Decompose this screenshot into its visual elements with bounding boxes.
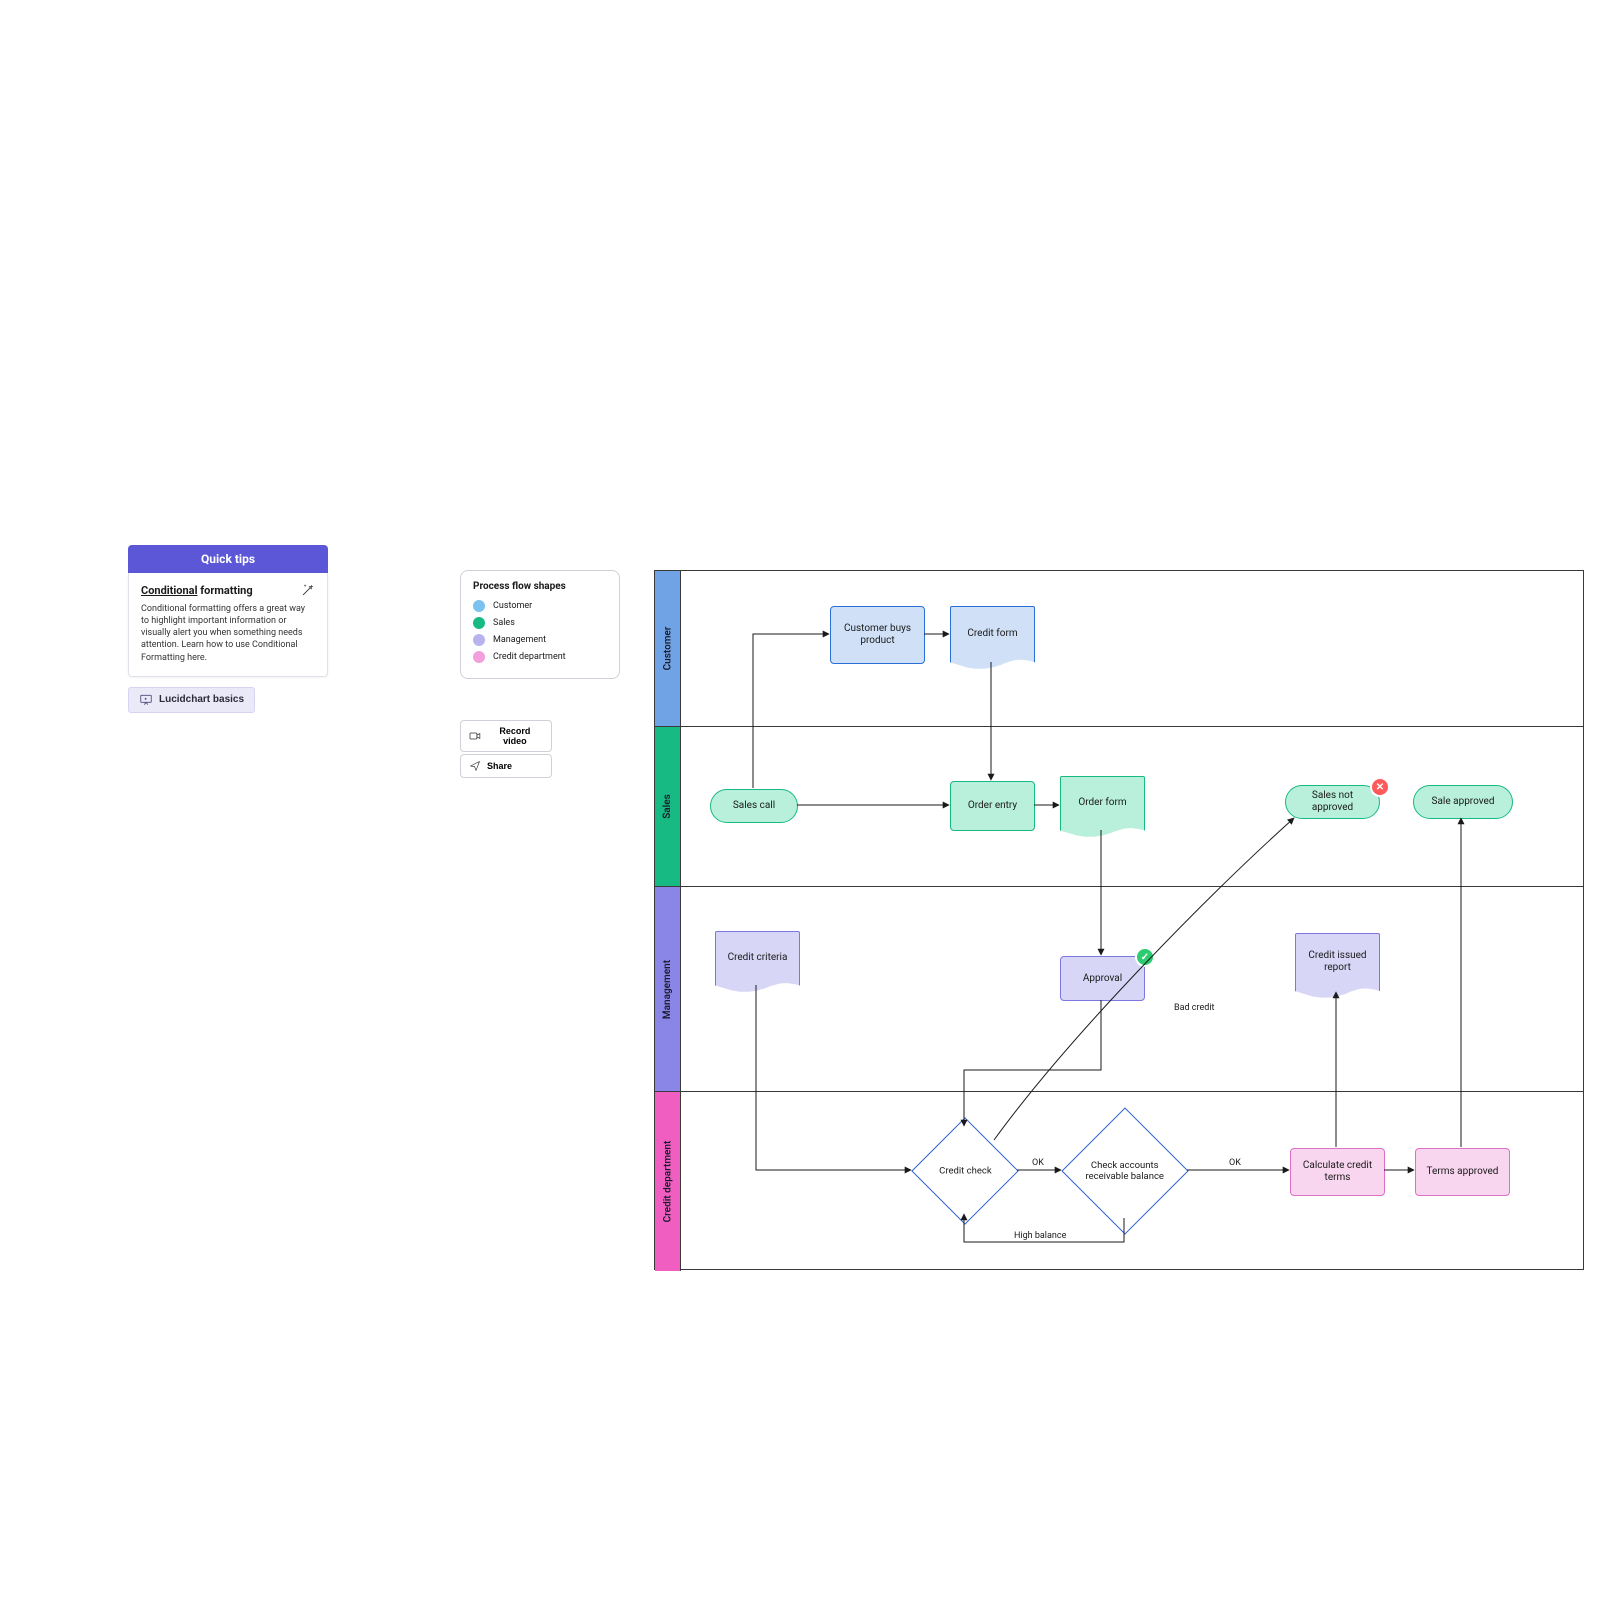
tips-title: Conditional formatting [141,584,253,597]
legend-dot [473,651,485,663]
node-terms-approved[interactable]: Terms approved [1415,1148,1510,1196]
badge-not-approved-icon: ✕ [1372,779,1388,795]
node-customer-buys-product[interactable]: Customer buys product [830,606,925,664]
paper-plane-icon [469,760,481,772]
node-credit-check[interactable]: Credit check [910,1126,1020,1216]
legend-dot [473,634,485,646]
legend-panel: Process flow shapes Customer Sales Manag… [460,570,620,679]
lane-header-customer[interactable]: Customer [655,571,681,726]
record-video-button[interactable]: Record video [460,720,552,752]
node-approval[interactable]: Approval [1060,956,1145,1001]
node-calculate-credit-terms[interactable]: Calculate credit terms [1290,1148,1385,1196]
legend-dot [473,600,485,612]
share-button[interactable]: Share [460,754,552,778]
node-sale-approved[interactable]: Sale approved [1413,785,1513,819]
legend-item-sales: Sales [473,617,607,629]
lane-header-sales[interactable]: Sales [655,727,681,886]
presentation-icon [139,693,153,707]
legend-title: Process flow shapes [473,581,607,592]
magic-wand-icon [301,583,315,597]
node-check-ar-balance[interactable]: Check accounts receivable balance [1060,1121,1190,1221]
legend-item-customer: Customer [473,600,607,612]
node-sales-not-approved[interactable]: Sales not approved [1285,785,1380,819]
legend-item-credit: Credit department [473,651,607,663]
swimlane-pool[interactable]: Customer Sales Management Credit departm… [654,570,1584,1270]
video-icon [469,730,481,742]
quick-tips-card: Conditional formatting Conditional forma… [128,573,328,677]
node-order-entry[interactable]: Order entry [950,781,1035,831]
quick-tips-panel: Quick tips Conditional formatting Condit… [128,545,328,713]
tips-body: Conditional formatting offers a great wa… [141,603,315,664]
legend-dot [473,617,485,629]
badge-approval-icon: ✓ [1137,949,1153,965]
lane-header-credit[interactable]: Credit department [655,1092,681,1271]
quick-tips-header: Quick tips [128,545,328,573]
legend-item-management: Management [473,634,607,646]
lane-header-management[interactable]: Management [655,887,681,1091]
canvas: Quick tips Conditional formatting Condit… [0,0,1600,1600]
node-sales-call[interactable]: Sales call [710,789,798,823]
lane-customer[interactable]: Customer [655,571,1583,726]
lucidchart-basics-button[interactable]: Lucidchart basics [128,687,255,713]
